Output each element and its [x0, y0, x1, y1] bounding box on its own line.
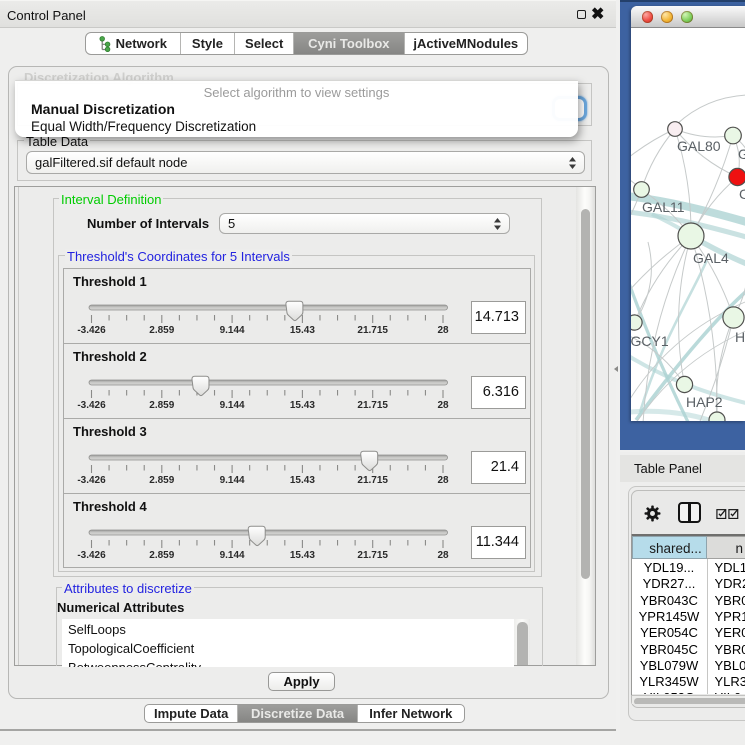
svg-text:GAL80: GAL80: [677, 138, 721, 154]
svg-text:HAP2: HAP2: [686, 394, 723, 410]
svg-text:GAL11: GAL11: [642, 199, 685, 215]
svg-text:H: H: [735, 329, 745, 345]
svg-text:GCY1: GCY1: [631, 333, 669, 349]
svg-text:GAL4: GAL4: [693, 250, 729, 266]
svg-text:C: C: [739, 186, 745, 202]
svg-text:GA: GA: [738, 146, 745, 162]
